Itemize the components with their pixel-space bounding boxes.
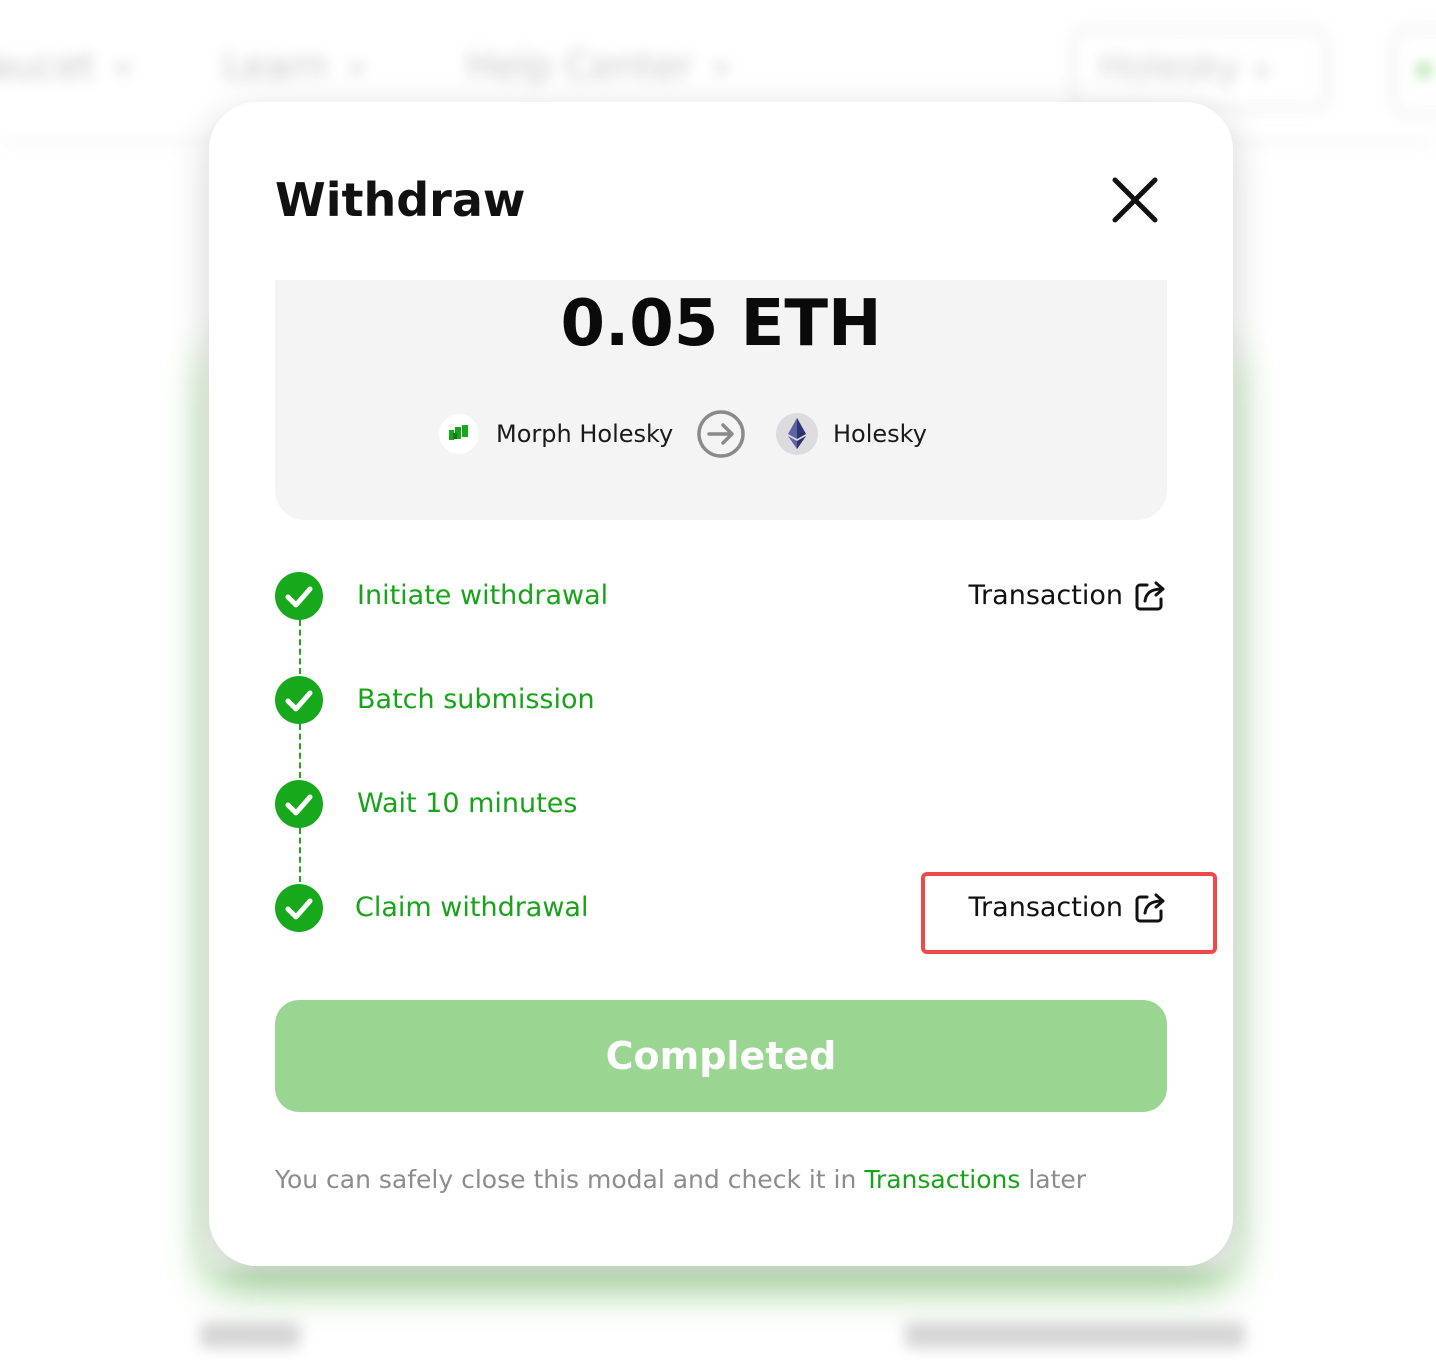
network-selector-label: Holesky	[1099, 47, 1240, 88]
amount-panel: 0.05 ETH Morph Holesky Holesky	[275, 280, 1167, 520]
check-circle-icon	[275, 572, 323, 620]
chevron-down-icon: ▾	[1255, 57, 1268, 85]
step-label: Wait 10 minutes	[357, 788, 578, 819]
source-network-label: Morph Holesky	[496, 420, 674, 448]
footnote-prefix: You can safely close this modal and chec…	[275, 1165, 857, 1194]
nav-item-faucet[interactable]: Faucet ▾	[0, 44, 130, 88]
modal-footnote: You can safely close this modal and chec…	[275, 1162, 1086, 1198]
check-circle-icon	[275, 676, 323, 724]
withdraw-amount: 0.05 ETH	[560, 287, 882, 361]
highlight-annotation	[921, 872, 1217, 954]
step-batch-submission: Batch submission	[275, 676, 1167, 728]
modal-title: Withdraw	[275, 173, 526, 227]
destination-network-label: Holesky	[833, 420, 927, 448]
close-button[interactable]	[1109, 174, 1161, 226]
chevron-down-icon: ▾	[350, 53, 364, 84]
step-wait-10-minutes: Wait 10 minutes	[275, 780, 1167, 832]
wallet-status-dot	[1418, 64, 1430, 76]
step-connector	[299, 724, 301, 778]
arrow-right-circle-icon	[697, 410, 745, 458]
step-label: Initiate withdrawal	[357, 580, 609, 611]
withdraw-modal: Withdraw 0.05 ETH Morph Holesky Holesky …	[209, 102, 1233, 1266]
completed-button[interactable]: Completed	[275, 1000, 1167, 1112]
ethereum-logo-icon	[776, 413, 818, 455]
network-selector[interactable]: Holesky ▾	[1072, 28, 1328, 110]
step-label: Claim withdrawal	[355, 892, 589, 923]
nav-item-help-center[interactable]: Help Center ▾	[466, 44, 728, 88]
background-footer-text	[905, 1322, 1245, 1348]
external-link-icon	[1135, 581, 1165, 611]
step-initiate-withdrawal: Initiate withdrawal Transaction	[275, 572, 1167, 624]
nav-item-label: Help Center	[466, 44, 693, 88]
transaction-link[interactable]: Transaction	[969, 578, 1167, 614]
nav-item-label: Learn	[222, 44, 329, 88]
close-icon	[1112, 177, 1158, 223]
morph-logo-icon	[439, 414, 479, 454]
step-label: Batch submission	[357, 684, 595, 715]
nav-item-learn[interactable]: Learn ▾	[222, 44, 363, 88]
network-route: Morph Holesky Holesky	[275, 406, 1167, 462]
nav-item-label: Faucet	[0, 44, 95, 88]
chevron-down-icon: ▾	[116, 53, 130, 84]
background-footer-text	[200, 1322, 300, 1348]
transactions-link[interactable]: Transactions	[864, 1165, 1020, 1194]
transaction-link-label: Transaction	[968, 580, 1123, 611]
check-circle-icon	[275, 780, 323, 828]
chevron-down-icon: ▾	[714, 53, 728, 84]
check-circle-icon	[275, 884, 323, 932]
footnote-suffix: later	[1028, 1165, 1087, 1194]
step-connector	[299, 620, 301, 674]
step-connector	[299, 828, 301, 882]
